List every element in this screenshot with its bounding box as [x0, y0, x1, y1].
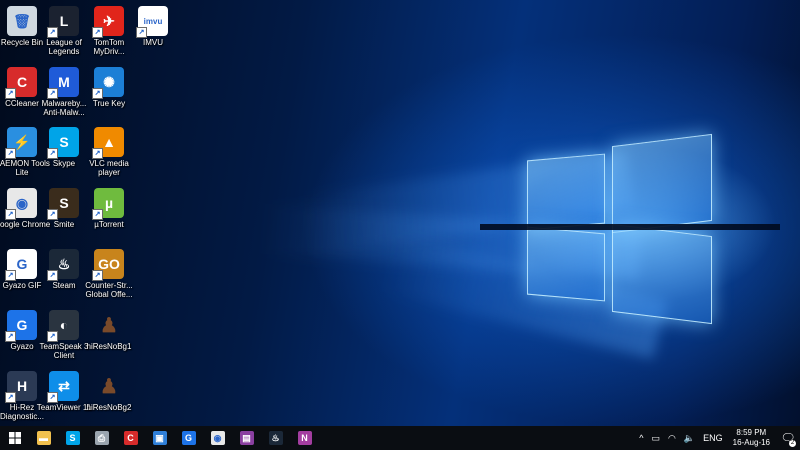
hirez-diagnostic-icon: H ↗: [5, 371, 37, 403]
shortcut-arrow-icon: ↗: [47, 270, 58, 281]
league-of-legends-icon: L ↗: [47, 6, 79, 38]
shortcut-arrow-icon: ↗: [47, 148, 58, 159]
windows-logo-pane: [527, 153, 605, 231]
teamspeak-icon: ◐ ↗: [47, 310, 79, 342]
desktop-icon[interactable]: ♟ hiResNoBg1: [80, 307, 138, 352]
taskbar-ccleaner[interactable]: C: [116, 426, 145, 450]
printer-icon: ⎙: [94, 431, 109, 445]
taskbar-winrar[interactable]: ▤: [232, 426, 261, 450]
shortcut-arrow-icon: ↗: [47, 392, 58, 403]
shortcut-arrow-icon: ↗: [92, 27, 103, 38]
malwarebytes-icon: M ↗: [47, 67, 79, 99]
taskbar: ▬ S ⎙ C ▣ G ◉ ▤ ♨ N ^ ▭ ◠ 🔈 ENG 8:59 PM 16-Aug-16…: [0, 426, 800, 450]
daemon-tools-icon: ⚡ ↗: [5, 127, 37, 159]
desktop-icon-label: VLC media player: [89, 159, 129, 177]
true-key-icon: ✺ ↗: [92, 67, 124, 99]
utorrent-icon: µ ↗: [92, 188, 124, 220]
shortcut-arrow-icon: ↗: [136, 27, 147, 38]
shortcut-arrow-icon: ↗: [47, 331, 58, 342]
action-center-button[interactable]: 🗨 2: [776, 426, 800, 450]
show-hidden-icons-chevron[interactable]: ^: [635, 433, 647, 443]
steam-icon: ♨: [268, 431, 283, 445]
gyazo-icon: G ↗: [5, 310, 37, 342]
ccleaner-icon: C: [123, 431, 138, 445]
clock-date: 16-Aug-16: [732, 438, 770, 447]
taskbar-chrome[interactable]: ◉: [203, 426, 232, 450]
recycle-bin-icon: 🗑: [7, 6, 37, 36]
desktop-icon[interactable]: GO ↗ Counter-Str... Global Offe...: [80, 246, 138, 299]
chrome-icon: ◉ ↗: [5, 188, 37, 220]
image-file-icon: ♟: [100, 314, 118, 337]
windows-start-icon: [8, 432, 21, 444]
start-button[interactable]: [0, 426, 29, 450]
shortcut-arrow-icon: ↗: [5, 270, 16, 281]
tomtom-icon: ✈ ↗: [92, 6, 124, 38]
shortcut-arrow-icon: ↗: [5, 331, 16, 342]
clock-time: 8:59 PM: [736, 428, 767, 437]
desktop-icon-label: True Key: [92, 99, 126, 108]
archive-icon: ▤: [239, 431, 254, 445]
shortcut-arrow-icon: ↗: [47, 88, 58, 99]
gyazo-icon: G: [181, 431, 196, 445]
ccleaner-icon: C ↗: [5, 67, 37, 99]
window-icon: ▣: [152, 431, 167, 445]
folder-icon: ▬: [36, 431, 51, 445]
language-indicator[interactable]: ENG: [699, 433, 727, 443]
taskbar-onenote[interactable]: N: [290, 426, 319, 450]
teamviewer-icon: ⇄ ↗: [47, 371, 79, 403]
taskbar-printer-app[interactable]: ⎙: [87, 426, 116, 450]
shortcut-arrow-icon: ↗: [92, 209, 103, 220]
chrome-icon: ◉: [210, 431, 225, 445]
desktop-icon[interactable]: ♟ hiResNoBg2: [80, 368, 138, 413]
desktop-icon-label: µTorrent: [94, 220, 124, 229]
shortcut-arrow-icon: ↗: [5, 209, 16, 220]
battery-icon[interactable]: ▭: [648, 433, 665, 444]
taskbar-pinned-apps: ▬ S ⎙ C ▣ G ◉ ▤ ♨ N: [29, 426, 319, 450]
taskbar-gyazo[interactable]: G: [174, 426, 203, 450]
shortcut-arrow-icon: ↗: [5, 392, 16, 403]
desktop-icon-label: Counter-Str... Global Offe...: [85, 281, 133, 299]
taskbar-file-explorer[interactable]: ▬: [29, 426, 58, 450]
steam-icon: ♨ ↗: [47, 249, 79, 281]
windows-logo-pane: [612, 223, 712, 325]
clock[interactable]: 8:59 PM 16-Aug-16: [727, 428, 776, 448]
imvu-icon: imvu ↗: [136, 6, 168, 38]
shortcut-arrow-icon: ↗: [5, 88, 16, 99]
onenote-icon: N: [297, 431, 312, 445]
taskbar-window-app[interactable]: ▣: [145, 426, 174, 450]
desktop-icon[interactable]: imvu ↗ IMVU: [124, 3, 182, 47]
desktop-icon-label: hiResNoBg1: [86, 342, 132, 351]
logo-gap: [480, 224, 780, 230]
skype-icon: S: [65, 431, 80, 445]
vlc-icon: ▲ ↗: [92, 127, 124, 159]
notification-count: 2: [789, 440, 796, 447]
windows-logo-pane: [527, 226, 605, 302]
shortcut-arrow-icon: ↗: [92, 270, 103, 281]
desktop-icon-label: hiResNoBg2: [86, 403, 132, 412]
smite-icon: S ↗: [47, 188, 79, 220]
desktop-icon-label: IMVU: [143, 38, 163, 47]
desktop-icon[interactable]: µ ↗ µTorrent: [80, 185, 138, 229]
desktop[interactable]: 🗑Recycle BinC↗CCleaner⚡↗DAEMON Tools Lit…: [0, 0, 800, 426]
shortcut-arrow-icon: ↗: [92, 148, 103, 159]
skype-icon: S ↗: [47, 127, 79, 159]
desktop-icon[interactable]: ▲ ↗ VLC media player: [80, 124, 138, 177]
gyazo-gif-icon: G ↗: [5, 249, 37, 281]
image-file-icon: ♟: [100, 375, 118, 398]
network-icon[interactable]: ◠: [664, 433, 680, 444]
shortcut-arrow-icon: ↗: [47, 27, 58, 38]
volume-icon[interactable]: 🔈: [680, 433, 699, 444]
system-tray: ^ ▭ ◠ 🔈 ENG 8:59 PM 16-Aug-16 🗨 2: [635, 426, 800, 450]
taskbar-steam[interactable]: ♨: [261, 426, 290, 450]
shortcut-arrow-icon: ↗: [5, 148, 16, 159]
shortcut-arrow-icon: ↗: [47, 209, 58, 220]
taskbar-skype[interactable]: S: [58, 426, 87, 450]
windows-logo-pane: [612, 133, 712, 234]
csgo-icon: GO ↗: [92, 249, 124, 281]
shortcut-arrow-icon: ↗: [92, 88, 103, 99]
desktop-icon[interactable]: ✺ ↗ True Key: [80, 64, 138, 108]
